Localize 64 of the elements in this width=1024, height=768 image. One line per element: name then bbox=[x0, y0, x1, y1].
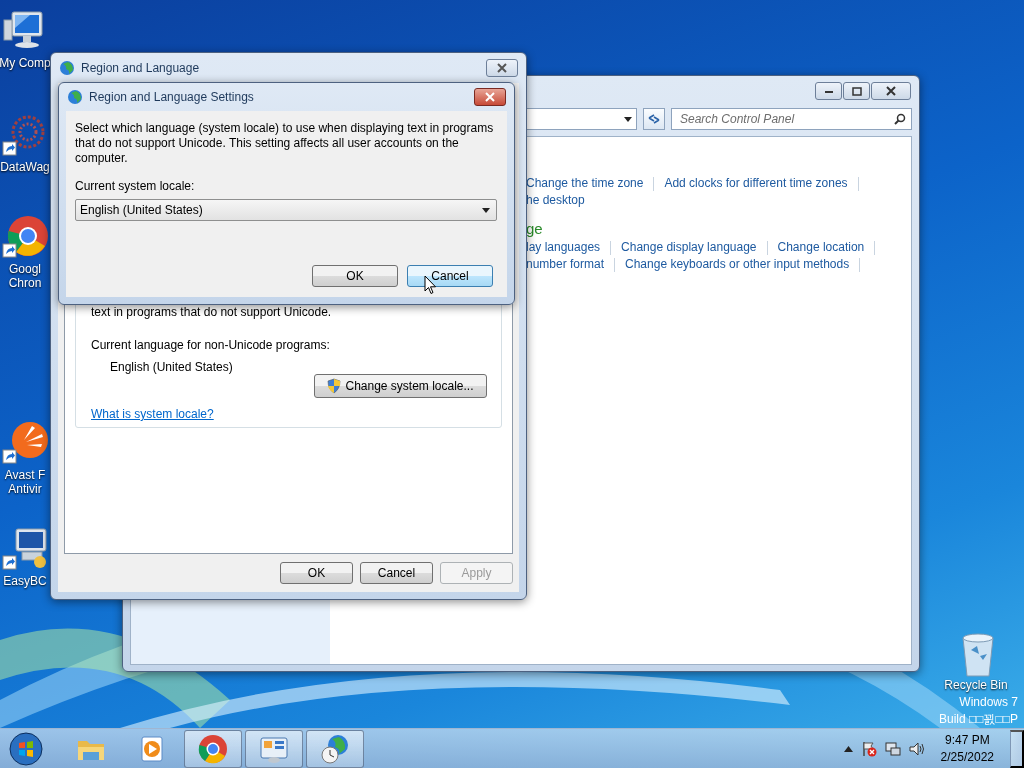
task-link[interactable]: lay languages bbox=[526, 239, 601, 256]
desktop-icon-label[interactable]: Googl Chron bbox=[8, 262, 42, 290]
task-link[interactable]: he desktop bbox=[526, 192, 585, 209]
clock-date[interactable]: 2/25/2022 bbox=[940, 749, 994, 766]
close-button[interactable] bbox=[474, 88, 506, 106]
taskbar-button[interactable] bbox=[306, 730, 364, 768]
maximize-icon bbox=[851, 86, 862, 96]
task-link[interactable]: Add clocks for different time zones bbox=[664, 175, 848, 192]
help-link[interactable]: What is system locale? bbox=[91, 407, 214, 421]
description-text: text in programs that do not support Unicode. bbox=[91, 304, 333, 320]
change-system-locale-button[interactable]: Change system locale... bbox=[314, 374, 487, 398]
dropdown-caret-icon bbox=[624, 116, 632, 122]
globe-clock-icon bbox=[319, 733, 351, 765]
dialog-button[interactable]: OK bbox=[312, 265, 398, 287]
globe-icon bbox=[67, 89, 83, 105]
close-icon bbox=[484, 92, 496, 102]
desktop-icon-label[interactable]: EasyBC bbox=[3, 574, 47, 588]
task-link[interactable]: Change keyboards or other input methods bbox=[625, 256, 850, 273]
maximize-button[interactable] bbox=[843, 82, 870, 100]
task-link[interactable]: Change location bbox=[777, 239, 865, 256]
search-field[interactable]: Search Control Panel bbox=[671, 108, 912, 130]
show-desktop-button[interactable] bbox=[1010, 730, 1024, 768]
task-link[interactable]: Change display language bbox=[621, 239, 757, 256]
field-label: Current language for non-Unicode programs: bbox=[91, 338, 331, 352]
flag-error-icon[interactable] bbox=[860, 741, 877, 757]
search-icon bbox=[894, 113, 906, 125]
globe-icon bbox=[59, 60, 75, 76]
category-heading[interactable]: ge bbox=[526, 219, 543, 239]
task-link[interactable]: Change the time zone bbox=[526, 175, 644, 192]
dialog-button[interactable]: Cancel bbox=[360, 562, 433, 584]
volume-icon[interactable] bbox=[908, 741, 925, 757]
dialog-button[interactable]: Cancel bbox=[407, 265, 493, 287]
refresh-icon bbox=[647, 113, 661, 125]
close-button[interactable] bbox=[871, 82, 911, 100]
language-value: English (United States) bbox=[110, 360, 234, 374]
dialog-title: Region and Language Settings bbox=[89, 90, 254, 104]
minimize-icon bbox=[823, 88, 834, 94]
desktop-icon-label[interactable]: My Comp bbox=[0, 56, 51, 70]
refresh-button[interactable] bbox=[643, 108, 665, 130]
description-text: Select which language (system locale) to use when displaying text in programs that do not support Unicode. This setting affects all user accounts on the computer. bbox=[75, 121, 495, 166]
close-icon bbox=[885, 86, 897, 96]
desktop-icon-label[interactable]: Avast F Antivir bbox=[4, 468, 46, 496]
field-label: Current system locale: bbox=[75, 179, 196, 193]
watermark-text: Build □□꾌□□P bbox=[939, 711, 1018, 728]
windows-logo-icon bbox=[8, 731, 44, 767]
watermark-text: Windows 7 bbox=[959, 694, 1018, 711]
taskbar-button[interactable] bbox=[245, 730, 303, 768]
window-title: Region and Language bbox=[81, 61, 200, 75]
shield-icon bbox=[327, 378, 342, 394]
minimize-button[interactable] bbox=[815, 82, 842, 100]
clock[interactable]: 9:47 PM 2/25/2022 bbox=[940, 732, 994, 766]
close-button[interactable] bbox=[486, 59, 518, 77]
network-icon[interactable] bbox=[884, 741, 901, 757]
dropdown-caret-icon bbox=[482, 207, 490, 213]
task-link[interactable]: number format bbox=[526, 256, 605, 273]
locale-dropdown[interactable]: English (United States) bbox=[75, 199, 497, 221]
show-hidden-icons-icon[interactable] bbox=[843, 746, 853, 752]
taskbar-button[interactable] bbox=[184, 730, 242, 768]
chrome-icon bbox=[197, 733, 229, 765]
dialog-button[interactable]: OK bbox=[280, 562, 353, 584]
desktop-icon-label[interactable]: DataWag bbox=[0, 160, 50, 174]
close-icon bbox=[496, 63, 508, 73]
start-button[interactable] bbox=[6, 730, 46, 768]
clock-time[interactable]: 9:47 PM bbox=[944, 732, 990, 749]
